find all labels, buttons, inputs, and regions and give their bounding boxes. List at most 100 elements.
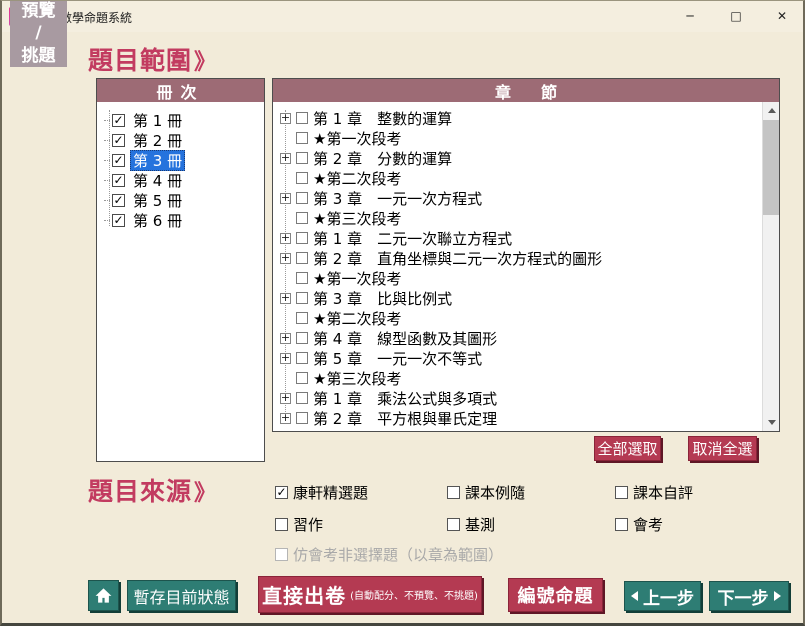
chapter-checkbox[interactable]: ✓ bbox=[296, 212, 308, 224]
chapter-checkbox[interactable]: ✓ bbox=[296, 332, 308, 344]
expand-plus-icon[interactable]: + bbox=[280, 333, 291, 344]
source-checkbox[interactable]: ✓ bbox=[447, 518, 460, 531]
source-option[interactable]: ✓ 課本自評 bbox=[615, 482, 745, 502]
home-button[interactable] bbox=[88, 580, 119, 611]
save-current-state-button[interactable]: 暫存目前狀態 bbox=[127, 580, 236, 611]
chapter-item[interactable]: + ✓ ★第三次段考 bbox=[273, 208, 779, 228]
chapter-checkbox[interactable]: ✓ bbox=[296, 252, 308, 264]
volume-label[interactable]: 第 3 冊 bbox=[130, 150, 185, 171]
chapter-label[interactable]: 第 2 章 直角坐標與二元一次方程式的圖形 bbox=[313, 248, 602, 269]
volume-label[interactable]: 第 2 冊 bbox=[130, 130, 185, 151]
chapter-checkbox[interactable]: ✓ bbox=[296, 352, 308, 364]
volume-item[interactable]: ✓ 第 2 冊 bbox=[97, 130, 264, 150]
source-option[interactable]: ✓ 基測 bbox=[447, 514, 615, 534]
volume-checkbox[interactable]: ✓ bbox=[112, 174, 125, 187]
chapter-label[interactable]: ★第一次段考 bbox=[313, 128, 401, 149]
source-option[interactable]: ✓ 康軒精選題 bbox=[275, 482, 447, 502]
chapter-item[interactable]: + ✓ 第 3 章 一元一次方程式 bbox=[273, 188, 779, 208]
volume-checkbox[interactable]: ✓ bbox=[112, 114, 125, 127]
volume-item[interactable]: ✓ 第 5 冊 bbox=[97, 190, 264, 210]
expand-plus-icon[interactable]: + bbox=[280, 413, 291, 424]
chapter-label[interactable]: 第 1 章 乘法公式與多項式 bbox=[313, 388, 497, 409]
chapter-label[interactable]: 第 5 章 一元一次不等式 bbox=[313, 348, 482, 369]
source-checkbox[interactable]: ✓ bbox=[275, 518, 288, 531]
chapter-checkbox[interactable]: ✓ bbox=[296, 152, 308, 164]
chapter-checkbox[interactable]: ✓ bbox=[296, 292, 308, 304]
chapter-item[interactable]: + ✓ 第 1 章 整數的運算 bbox=[273, 108, 779, 128]
expand-plus-icon[interactable]: + bbox=[280, 393, 291, 404]
volume-item[interactable]: ✓ 第 4 冊 bbox=[97, 170, 264, 190]
chapter-label[interactable]: 第 1 章 二元一次聯立方程式 bbox=[313, 228, 512, 249]
next-step-button[interactable]: 下一步 bbox=[709, 581, 789, 611]
chapter-checkbox[interactable]: ✓ bbox=[296, 192, 308, 204]
chapter-checkbox[interactable]: ✓ bbox=[296, 392, 308, 404]
select-all-button[interactable]: 全部選取 bbox=[594, 436, 661, 461]
chapter-label[interactable]: 第 4 章 線型函數及其圖形 bbox=[313, 328, 497, 349]
volume-label[interactable]: 第 4 冊 bbox=[130, 170, 185, 191]
expand-plus-icon[interactable]: + bbox=[280, 253, 291, 264]
chapter-item[interactable]: + ✓ 第 4 章 線型函數及其圖形 bbox=[273, 328, 779, 348]
volume-checkbox[interactable]: ✓ bbox=[112, 214, 125, 227]
scrollbar-thumb[interactable] bbox=[763, 120, 779, 215]
minimize-button[interactable]: ─ bbox=[667, 0, 713, 32]
expand-plus-icon[interactable]: + bbox=[280, 193, 291, 204]
chapter-item[interactable]: + ✓ ★第二次段考 bbox=[273, 168, 779, 188]
chapter-label[interactable]: 第 2 章 平方根與畢氏定理 bbox=[313, 408, 497, 429]
chapter-item[interactable]: + ✓ ★第一次段考 bbox=[273, 268, 779, 288]
volume-label[interactable]: 第 6 冊 bbox=[130, 210, 185, 231]
volume-label[interactable]: 第 5 冊 bbox=[130, 190, 185, 211]
volume-checkbox[interactable]: ✓ bbox=[112, 134, 125, 147]
chapter-item[interactable]: + ✓ 第 2 章 直角坐標與二元一次方程式的圖形 bbox=[273, 248, 779, 268]
scrollbar-up-arrow-icon[interactable] bbox=[763, 102, 779, 119]
source-checkbox[interactable]: ✓ bbox=[615, 518, 628, 531]
volume-label[interactable]: 第 1 冊 bbox=[130, 110, 185, 131]
chapter-label[interactable]: ★第一次段考 bbox=[313, 268, 401, 289]
chapter-checkbox[interactable]: ✓ bbox=[296, 372, 308, 384]
sidebar-tab[interactable]: 預覽 / 挑題 bbox=[10, 0, 67, 67]
numbered-authoring-button[interactable]: 編號命題 bbox=[508, 578, 603, 612]
chapter-label[interactable]: 第 2 章 分數的運算 bbox=[313, 148, 452, 169]
chapter-label[interactable]: ★第二次段考 bbox=[313, 308, 401, 329]
expand-plus-icon[interactable]: + bbox=[280, 293, 291, 304]
maximize-button[interactable]: □ bbox=[713, 0, 759, 32]
chapter-label[interactable]: ★第三次段考 bbox=[313, 208, 401, 229]
chapter-label[interactable]: 第 1 章 整數的運算 bbox=[313, 108, 452, 129]
expand-plus-icon[interactable]: + bbox=[280, 153, 291, 164]
chapter-checkbox[interactable]: ✓ bbox=[296, 412, 308, 424]
chapter-item[interactable]: + ✓ 第 2 章 分數的運算 bbox=[273, 148, 779, 168]
chapter-label[interactable]: ★第三次段考 bbox=[313, 368, 401, 389]
chapter-item[interactable]: + ✓ 第 2 章 平方根與畢氏定理 bbox=[273, 408, 779, 428]
close-button[interactable]: ✕ bbox=[759, 0, 805, 32]
chapter-item[interactable]: + ✓ ★第二次段考 bbox=[273, 308, 779, 328]
source-checkbox[interactable]: ✓ bbox=[447, 486, 460, 499]
chapter-checkbox[interactable]: ✓ bbox=[296, 312, 308, 324]
volume-item[interactable]: ✓ 第 1 冊 bbox=[97, 110, 264, 130]
volume-item[interactable]: ✓ 第 3 冊 bbox=[97, 150, 264, 170]
previous-step-button[interactable]: 上一步 bbox=[624, 581, 701, 611]
source-option[interactable]: ✓ 習作 bbox=[275, 514, 447, 534]
chapter-label[interactable]: 第 3 章 比與比例式 bbox=[313, 288, 452, 309]
chapter-item[interactable]: + ✓ 第 5 章 一元一次不等式 bbox=[273, 348, 779, 368]
chapter-label[interactable]: ★第二次段考 bbox=[313, 168, 401, 189]
deselect-all-button[interactable]: 取消全選 bbox=[688, 436, 757, 461]
chapter-item[interactable]: + ✓ 第 1 章 二元一次聯立方程式 bbox=[273, 228, 779, 248]
chapter-item[interactable]: + ✓ 第 1 章 乘法公式與多項式 bbox=[273, 388, 779, 408]
chapter-item[interactable]: + ✓ 第 3 章 比與比例式 bbox=[273, 288, 779, 308]
direct-generate-exam-button[interactable]: 直接出卷 (自動配分、不預覽、不挑題) bbox=[258, 576, 482, 613]
source-checkbox[interactable]: ✓ bbox=[615, 486, 628, 499]
source-option[interactable]: ✓ 課本例隨 bbox=[447, 482, 615, 502]
volume-checkbox[interactable]: ✓ bbox=[112, 154, 125, 167]
chapter-checkbox[interactable]: ✓ bbox=[296, 232, 308, 244]
expand-plus-icon[interactable]: + bbox=[280, 233, 291, 244]
scrollbar[interactable] bbox=[762, 102, 779, 431]
chapter-checkbox[interactable]: ✓ bbox=[296, 172, 308, 184]
volume-item[interactable]: ✓ 第 6 冊 bbox=[97, 210, 264, 230]
chapter-checkbox[interactable]: ✓ bbox=[296, 272, 308, 284]
chapter-label[interactable]: 第 3 章 一元一次方程式 bbox=[313, 188, 482, 209]
expand-plus-icon[interactable]: + bbox=[280, 353, 291, 364]
chapter-item[interactable]: + ✓ ★第三次段考 bbox=[273, 368, 779, 388]
chapter-item[interactable]: + ✓ ★第一次段考 bbox=[273, 128, 779, 148]
volume-checkbox[interactable]: ✓ bbox=[112, 194, 125, 207]
chapter-checkbox[interactable]: ✓ bbox=[296, 132, 308, 144]
scrollbar-down-arrow-icon[interactable] bbox=[763, 414, 779, 431]
